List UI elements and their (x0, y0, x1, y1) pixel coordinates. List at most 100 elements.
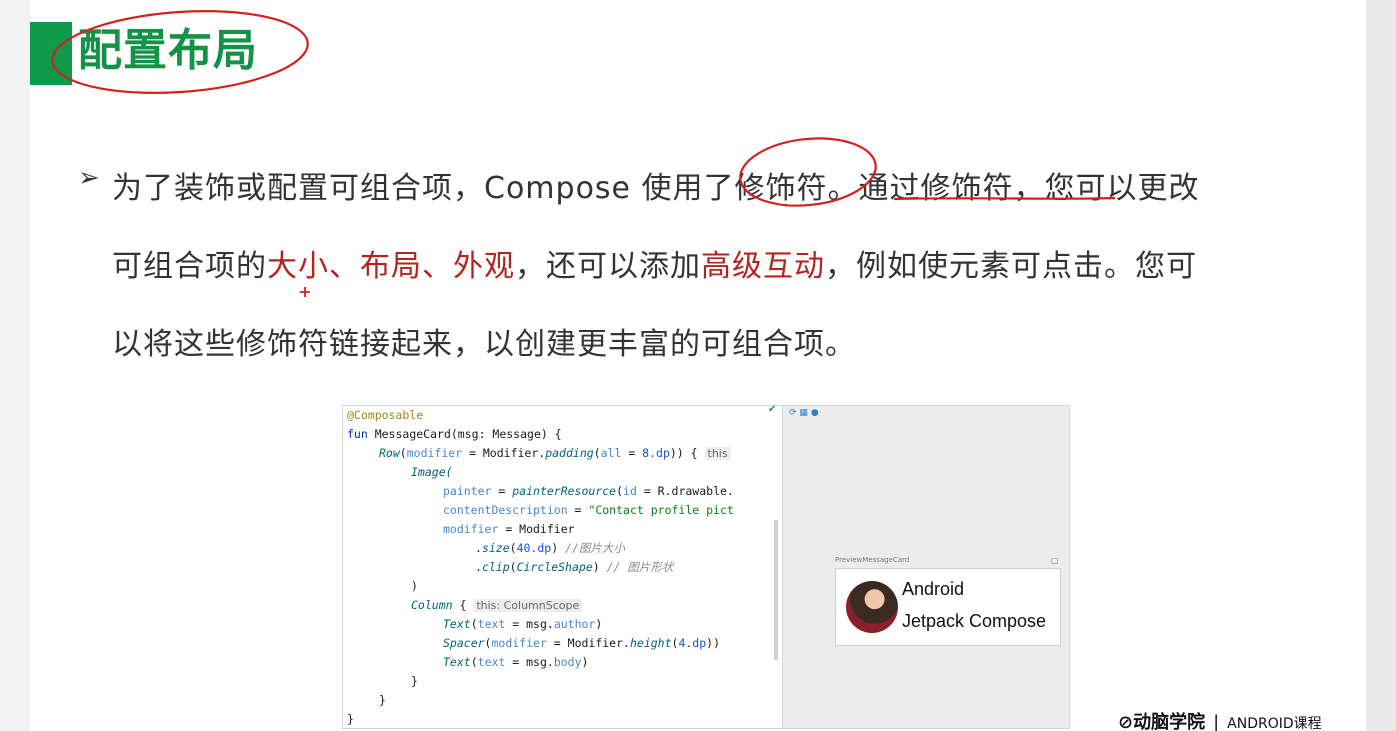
code-line: Column { this: ColumnScope (411, 596, 583, 615)
code-token: } (347, 712, 354, 726)
title-accent-bar (30, 22, 72, 85)
code-line: } (411, 672, 418, 691)
body-paragraph: 为了装饰或配置可组合项，Compose 使用了修饰符。通过修饰符，您可以更改 可… (112, 150, 1292, 384)
code-editor-panel: @Composable fun MessageCard(msg: Message… (342, 405, 784, 729)
code-line: contentDescription = "Contact profile pi… (443, 501, 734, 520)
code-token: text (477, 655, 506, 669)
avatar (846, 581, 898, 633)
code-token: = msg. (505, 617, 554, 631)
code-token: ( (470, 655, 478, 669)
code-token: = Modifier (498, 522, 575, 536)
code-comment: //图片大小 (565, 541, 625, 555)
bullet-arrow-icon: ➢ (78, 163, 100, 193)
code-token: painter (443, 484, 492, 498)
code-token: contentDescription (443, 503, 568, 517)
code-token: ) (595, 617, 603, 631)
code-token: body (553, 655, 582, 669)
code-line: .size(40.dp) //图片大小 (475, 539, 625, 558)
code-scrollbar[interactable] (774, 520, 778, 660)
inlay-hint: this (704, 447, 731, 460)
code-token: Spacer (443, 636, 485, 650)
code-token: 4.dp (678, 636, 707, 650)
code-comment: // 图片形状 (606, 560, 674, 574)
code-token: Column (411, 598, 453, 612)
inlay-hint: this: ColumnScope (473, 599, 583, 612)
code-token: } (379, 693, 386, 707)
code-token: = msg. (505, 655, 554, 669)
code-line: .clip(CircleShape) // 图片形状 (475, 558, 673, 577)
code-token: Image( (411, 465, 453, 479)
code-token: { (452, 598, 474, 612)
code-token: ) (581, 655, 589, 669)
code-token: CircleShape (516, 560, 593, 574)
code-token: modifier (443, 522, 499, 536)
code-token: } (411, 674, 418, 688)
code-token: all (600, 446, 622, 460)
code-token: )) (706, 636, 721, 650)
code-token: = (491, 484, 513, 498)
zoom-icon[interactable]: ● (811, 408, 819, 418)
preview-toolbar: ⟳ ▦ ● (789, 408, 819, 418)
text-segment: 。 (827, 171, 859, 206)
code-token: modifier (491, 636, 547, 650)
code-line: painter = painterResource(id = R.drawabl… (443, 482, 734, 501)
para-line-2: 可组合项的大小、布局、外观，还可以添加高级互动，例如使元素可点击。您可 (112, 228, 1292, 306)
code-line: fun MessageCard(msg: Message) { (347, 425, 562, 444)
code-token: ( (399, 446, 407, 460)
code-token: ( (616, 484, 624, 498)
refresh-icon[interactable]: ⟳ (789, 408, 797, 418)
code-token: Text (443, 655, 471, 669)
code-token: = Modifier. (546, 636, 630, 650)
compose-preview-panel: ⟳ ▦ ● PreviewMessageCard ▢ Android Jetpa… (782, 405, 1070, 729)
code-token: "Contact profile pict (588, 503, 734, 517)
text-segment: 通过修饰符，您可以更改 (858, 171, 1200, 206)
slide-title: 配置布局 (78, 25, 258, 76)
code-line: @Composable (347, 406, 423, 425)
code-token: height (629, 636, 672, 650)
code-token: author (553, 617, 596, 631)
code-token: )) { (669, 446, 705, 460)
code-token: . (475, 541, 482, 555)
code-token: . (475, 560, 482, 574)
code-token: ) (411, 579, 418, 593)
logo-mark-icon: ⊘ (1118, 712, 1134, 731)
code-token: padding (545, 446, 594, 460)
code-token: ( (509, 541, 517, 555)
code-token: ( (509, 560, 517, 574)
grid-icon[interactable]: ▦ (799, 408, 808, 418)
code-token: @Composable (347, 408, 424, 422)
code-token: ) (551, 541, 566, 555)
para-line-3: 以将这些修饰符链接起来，以创建更丰富的可组合项。 (112, 327, 856, 362)
check-icon: ✔ (768, 404, 777, 415)
code-token: text (477, 617, 506, 631)
code-token: = (567, 503, 589, 517)
code-line: Text(text = msg.author) (443, 615, 602, 634)
text-segment: ，例如使元素可点击。您可 (825, 249, 1197, 284)
logo-separator: | (1213, 712, 1220, 731)
preview-label: PreviewMessageCard (835, 556, 910, 564)
code-line: } (347, 710, 354, 729)
brand-logo: ⊘动脑学院 | ANDROID课程 (1118, 708, 1322, 731)
code-line: } (379, 691, 386, 710)
highlight-size-layout-appearance: 大小、布局、外观 (267, 249, 515, 284)
text-segment: 可组合项的 (112, 249, 267, 284)
code-token: painterResource (512, 484, 617, 498)
logo-course-text: ANDROID课程 (1227, 716, 1322, 731)
code-token: size (481, 541, 510, 555)
code-token: fun (347, 427, 375, 441)
pin-icon[interactable]: ▢ (1051, 556, 1059, 565)
message-card-preview: Android Jetpack Compose (835, 568, 1061, 646)
code-token: 40.dp (516, 541, 552, 555)
code-line: Spacer(modifier = Modifier.height(4.dp)) (443, 634, 720, 653)
text-segment: 为了装饰或配置可组合项，Compose 使用了 (112, 171, 735, 206)
highlight-advanced-interaction: 高级互动 (701, 249, 825, 284)
code-line: modifier = Modifier (443, 520, 575, 539)
text-modifier: 修饰符 (734, 171, 828, 206)
code-token: Text (443, 617, 471, 631)
logo-brand-text: 动脑学院 (1133, 712, 1206, 731)
code-token: modifier (406, 446, 463, 460)
code-line: Row(modifier = Modifier.padding(all = 8.… (379, 444, 731, 463)
code-token: ( (593, 446, 601, 460)
code-token: = (621, 446, 643, 460)
code-token: ( (470, 617, 478, 631)
